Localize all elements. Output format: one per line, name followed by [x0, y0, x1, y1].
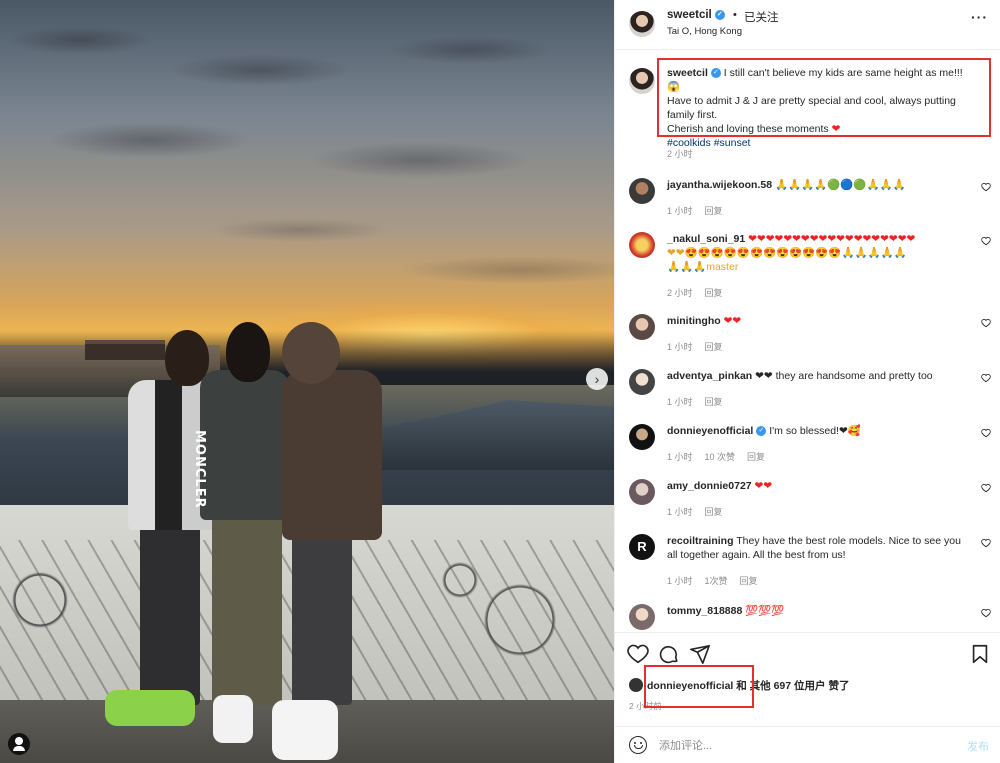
comment-meta: 1 小时 1次赞 回复	[667, 576, 758, 586]
separator-dot: •	[733, 9, 737, 21]
reply-button[interactable]: 回复	[705, 397, 723, 407]
person-right-legs	[292, 535, 352, 705]
reply-button[interactable]: 回复	[740, 576, 758, 586]
comment-username[interactable]: donnieyenofficial	[667, 425, 753, 437]
post-photo[interactable]: MONCLER ›	[0, 0, 614, 763]
pavilion	[85, 340, 165, 360]
person-middle-shoes	[213, 695, 253, 743]
comment-meta: 1 小时 10 次赞 回复	[667, 452, 766, 462]
verified-icon: ✓	[714, 9, 725, 20]
moncler-text: MONCLER	[192, 430, 207, 509]
avatar[interactable]	[629, 678, 643, 692]
avatar[interactable]	[629, 369, 655, 395]
like-comment-icon[interactable]	[981, 608, 991, 618]
person-middle-head	[226, 322, 270, 382]
person-left-legs	[140, 525, 200, 705]
avatar[interactable]	[629, 68, 655, 94]
avatar[interactable]	[629, 11, 655, 37]
reply-button[interactable]: 回复	[705, 342, 723, 352]
comment-meta: 1 小时 回复	[667, 342, 723, 352]
avatar[interactable]	[629, 314, 655, 340]
comment-username[interactable]: recoiltraining	[667, 535, 734, 547]
verified-icon: ✓	[756, 426, 767, 437]
reply-button[interactable]: 回复	[747, 452, 765, 462]
avatar[interactable]	[629, 424, 655, 450]
comment-likes[interactable]: 1次赞	[705, 576, 728, 586]
sky	[0, 0, 614, 330]
reply-button[interactable]: 回复	[705, 288, 723, 298]
emoji-icon[interactable]	[629, 736, 647, 754]
save-icon[interactable]	[969, 643, 991, 665]
post-comment-button[interactable]: 发布	[967, 738, 989, 754]
person-right	[282, 370, 382, 540]
tagged-users-icon[interactable]	[8, 733, 30, 755]
like-comment-icon[interactable]	[981, 318, 991, 328]
follow-status-button[interactable]: 已关注	[744, 9, 779, 25]
header-username[interactable]: sweetcil ✓	[667, 9, 725, 21]
comment-icon[interactable]	[658, 643, 680, 665]
comment-meta: 1 小时 回复	[667, 507, 723, 517]
comments-list[interactable]: sweetcil ✓ I still can't believe my kids …	[615, 50, 1000, 632]
share-icon[interactable]	[689, 643, 711, 665]
comment-username[interactable]: jayantha.wijekoon.58	[667, 179, 772, 191]
person-left-shoes	[105, 690, 195, 726]
avatar[interactable]: R	[629, 534, 655, 560]
comment-username[interactable]: minitingho	[667, 315, 721, 327]
reply-button[interactable]: 回复	[705, 507, 723, 517]
like-comment-icon[interactable]	[981, 483, 991, 493]
comment-likes[interactable]: 10 次赞	[705, 452, 736, 462]
reply-button[interactable]: 回复	[705, 206, 723, 216]
instagram-post: MONCLER › sweetcil ✓ • 已关注 Tai O, Hong Ko…	[0, 0, 1000, 763]
comment-username[interactable]: tommy_818888	[667, 605, 742, 617]
like-icon[interactable]	[627, 643, 649, 665]
person-middle	[200, 370, 290, 520]
post-header: sweetcil ✓ • 已关注 Tai O, Hong Kong ···	[615, 0, 1000, 50]
comment-input[interactable]	[659, 737, 919, 755]
avatar[interactable]	[629, 178, 655, 204]
person-right-head	[282, 322, 340, 384]
comment-username[interactable]: amy_donnie0727	[667, 480, 752, 492]
like-comment-icon[interactable]	[981, 538, 991, 548]
like-comment-icon[interactable]	[981, 373, 991, 383]
location-link[interactable]: Tai O, Hong Kong	[667, 26, 742, 37]
highlight-box-caption	[657, 58, 991, 137]
person-right-shoes	[272, 700, 338, 760]
highlight-box-likes	[644, 665, 754, 708]
comment-meta: 1 小时 回复	[667, 206, 723, 216]
more-options-icon[interactable]: ···	[971, 9, 988, 25]
comment-meta: 2 小时 回复	[667, 288, 723, 298]
avatar[interactable]	[629, 479, 655, 505]
like-comment-icon[interactable]	[981, 182, 991, 192]
avatar[interactable]	[629, 232, 655, 258]
comment-username[interactable]: adventya_pinkan	[667, 370, 752, 382]
comment-meta: 1 小时 回复	[667, 397, 723, 407]
like-comment-icon[interactable]	[981, 428, 991, 438]
like-comment-icon[interactable]	[981, 236, 991, 246]
post-sidebar: sweetcil ✓ • 已关注 Tai O, Hong Kong ··· swe…	[614, 0, 1000, 763]
avatar[interactable]	[629, 604, 655, 630]
add-comment-bar: 发布	[615, 726, 1000, 763]
next-photo-button[interactable]: ›	[586, 368, 608, 390]
caption-time: 2 小时	[667, 149, 693, 159]
comment-username[interactable]: _nakul_soni_91	[667, 233, 745, 245]
person-middle-legs	[212, 515, 282, 705]
